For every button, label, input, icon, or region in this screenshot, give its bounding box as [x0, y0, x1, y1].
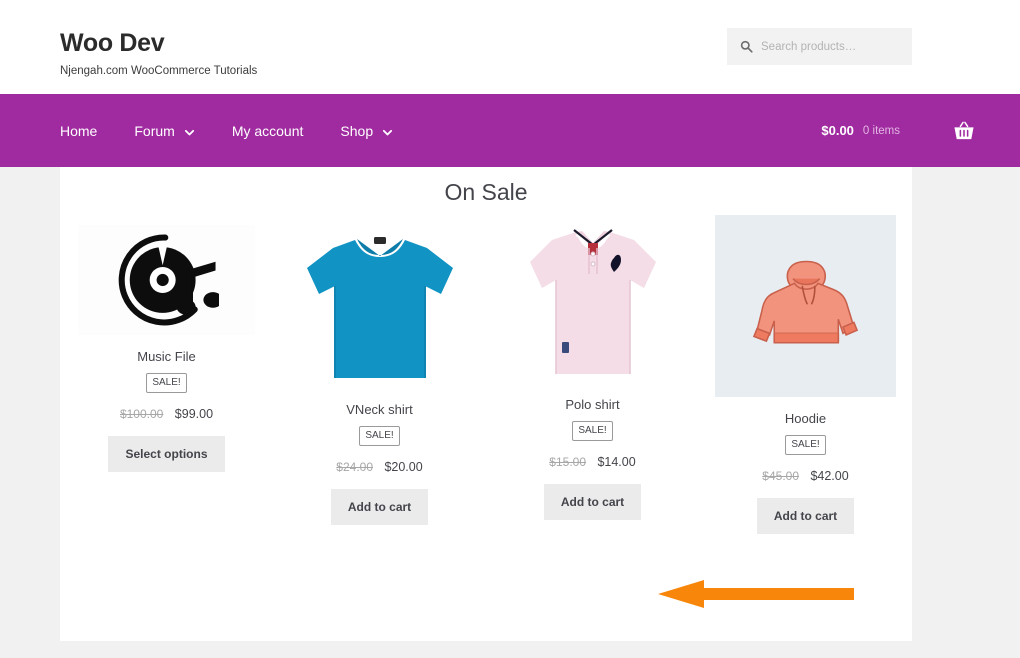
sale-badge: SALE!: [572, 421, 613, 441]
nav-item-label: Shop: [340, 122, 374, 139]
sale-badge: SALE!: [785, 435, 826, 455]
add-to-cart-button[interactable]: Add to cart: [330, 489, 429, 525]
add-to-cart-button[interactable]: Add to cart: [543, 484, 642, 520]
music-file-disc-icon: [118, 234, 219, 326]
cart-item-count: 0 items: [862, 124, 900, 137]
nav-item-shop[interactable]: Shop: [340, 123, 393, 139]
nav-item-my-account[interactable]: My account: [232, 123, 304, 139]
price-sale: $14.00: [597, 455, 636, 469]
product-search-form[interactable]: [727, 28, 912, 65]
cart-amount: $0.00: [821, 123, 854, 138]
sale-badge: SALE!: [359, 426, 400, 446]
product-card[interactable]: Music File SALE! $100.00 $99.00 Select o…: [60, 215, 273, 534]
site-tagline: Njengah.com WooCommerce Tutorials: [60, 65, 258, 77]
nav-item-label: Forum: [134, 122, 175, 139]
product-thumbnail[interactable]: [294, 220, 465, 388]
product-thumbnail[interactable]: [715, 215, 896, 397]
main-content: On Sale Music File SALE! $100.00 $99.00 …: [60, 167, 912, 641]
price-original: $100.00: [119, 407, 164, 421]
product-name: VNeck shirt: [346, 402, 413, 417]
product-card[interactable]: Hoodie SALE! $45.00 $42.00 Add to cart: [699, 215, 912, 534]
product-card[interactable]: VNeck shirt SALE! $24.00 $20.00 Add to c…: [273, 215, 486, 534]
nav-item-forum[interactable]: Forum: [134, 123, 194, 139]
site-branding[interactable]: Woo Dev Njengah.com WooCommerce Tutorial…: [60, 28, 257, 78]
product-grid: Music File SALE! $100.00 $99.00 Select o…: [60, 215, 912, 534]
product-price: $15.00 $14.00: [486, 454, 699, 470]
price-original: $24.00: [336, 460, 373, 474]
sale-badge: SALE!: [146, 373, 187, 393]
price-sale: $42.00: [810, 469, 849, 483]
price-sale: $20.00: [384, 460, 423, 474]
site-header: Woo Dev Njengah.com WooCommerce Tutorial…: [0, 0, 1020, 94]
page-root: Woo Dev Njengah.com WooCommerce Tutorial…: [0, 0, 1020, 658]
price-sale: $99.00: [174, 407, 214, 421]
search-input[interactable]: [761, 40, 901, 53]
product-price: $100.00 $99.00: [60, 406, 273, 422]
product-price: $24.00 $20.00: [273, 459, 486, 475]
site-title: Woo Dev: [60, 29, 165, 57]
nav-menu: Home Forum My account Shop: [60, 94, 393, 167]
page-title: On Sale: [444, 179, 528, 205]
nav-item-home[interactable]: Home: [60, 123, 97, 139]
chevron-down-icon[interactable]: [184, 125, 195, 136]
orange-hoodie-illustration: [752, 260, 859, 344]
primary-navigation: Home Forum My account Shop $0.00 0 items: [0, 94, 1020, 167]
select-options-button[interactable]: Select options: [108, 436, 225, 472]
product-name: Polo shirt: [565, 397, 620, 412]
add-to-cart-button[interactable]: Add to cart: [756, 498, 855, 534]
product-thumbnail[interactable]: [516, 218, 669, 383]
shopping-basket-icon[interactable]: [953, 121, 975, 141]
nav-item-label: Home: [60, 122, 98, 139]
nav-item-label: My account: [231, 122, 304, 139]
product-name: Hoodie: [784, 411, 827, 426]
price-original: $45.00: [762, 469, 799, 483]
price-original: $15.00: [549, 455, 586, 469]
product-price: $45.00 $42.00: [699, 468, 912, 484]
chevron-down-icon[interactable]: [382, 125, 393, 136]
search-icon: [740, 40, 753, 53]
cart-summary[interactable]: $0.00 0 items: [821, 94, 975, 167]
product-thumbnail[interactable]: [78, 225, 255, 335]
product-card[interactable]: Polo shirt SALE! $15.00 $14.00 Add to ca…: [486, 215, 699, 534]
blue-tshirt-photo: [306, 237, 453, 378]
pink-polo-shirt-photo: [529, 229, 656, 374]
product-name: Music File: [137, 349, 196, 364]
